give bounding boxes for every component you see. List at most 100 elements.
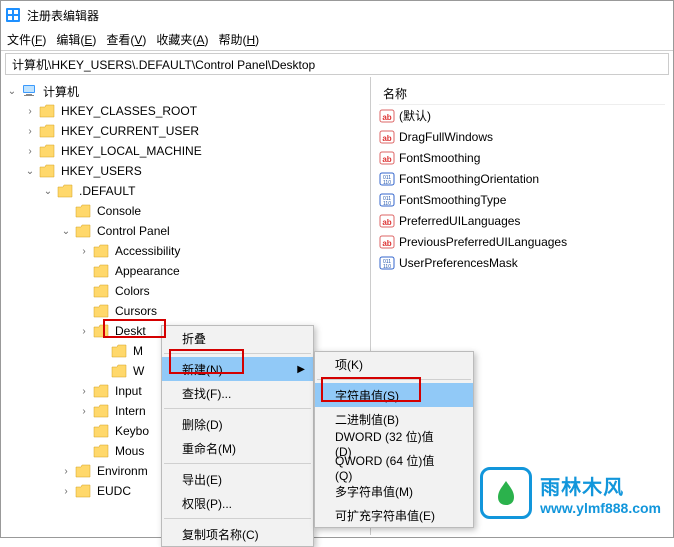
chevron-right-icon[interactable]: › [77,244,91,258]
chevron-right-icon[interactable]: › [23,104,37,118]
svg-text:110: 110 [383,180,391,186]
tree-item-label: Cursors [113,303,159,319]
svg-text:ab: ab [382,134,391,143]
binary-value-icon: 011110 [379,171,395,187]
string-value-icon: ab [379,150,395,166]
list-item-label: PreviousPreferredUILanguages [399,235,567,249]
ctx-new-qword[interactable]: QWORD (64 位)值(Q) [315,455,473,479]
folder-icon [93,244,109,258]
list-header-name[interactable]: 名称 [379,83,665,105]
chevron-right-icon[interactable]: › [23,124,37,138]
value-list[interactable]: ab(默认)abDragFullWindowsabFontSmoothing01… [379,105,665,273]
tree-item[interactable]: › HKEY_CURRENT_USER [1,121,370,141]
tree-item[interactable]: ⌄ 计算机 [1,81,370,101]
tree-item[interactable]: ⌄ Control Panel [1,221,370,241]
ctx-delete[interactable]: 删除(D) [162,412,313,436]
ctx-find[interactable]: 查找(F)... [162,381,313,405]
list-item-label: FontSmoothing [399,151,480,165]
folder-icon [93,404,109,418]
ctx-separator [317,379,471,380]
folder-icon [111,364,127,378]
chevron-right-icon[interactable]: › [59,464,73,478]
tree-item-label: 计算机 [41,82,81,101]
svg-text:110: 110 [383,201,391,207]
svg-text:ab: ab [382,218,391,227]
chevron-right-icon[interactable]: › [77,324,91,338]
string-value-icon: ab [379,213,395,229]
chevron-right-icon[interactable]: › [77,404,91,418]
watermark-text-cn: 雨林木风 [540,471,661,500]
chevron-right-icon: ▶ [297,364,305,375]
tree-item[interactable]: › HKEY_CLASSES_ROOT [1,101,370,121]
folder-icon [39,164,55,178]
menu-file[interactable]: 文件(F) [7,31,46,48]
list-item[interactable]: 011110 FontSmoothingType [379,189,665,210]
titlebar: 注册表编辑器 [1,1,673,29]
ctx-separator [164,408,311,409]
ctx-new-string[interactable]: 字符串值(S) [315,383,473,407]
ctx-new-multistring[interactable]: 多字符串值(M) [315,479,473,503]
chevron-down-icon[interactable]: ⌄ [5,84,19,98]
folder-icon [93,324,109,338]
context-submenu-new: 项(K) 字符串值(S) 二进制值(B) DWORD (32 位)值(D) QW… [314,351,474,528]
folder-icon [75,464,91,478]
tree-item[interactable]: ⌄ HKEY_USERS [1,161,370,181]
tree-item-label: Console [95,203,143,219]
menu-edit[interactable]: 编辑(E) [56,31,96,48]
tree-item[interactable]: Console [1,201,370,221]
list-item[interactable]: ab(默认) [379,105,665,126]
addressbar[interactable]: 计算机\HKEY_USERS\.DEFAULT\Control Panel\De… [5,53,669,75]
tree-item[interactable]: Colors [1,281,370,301]
folder-icon [93,264,109,278]
list-item[interactable]: abPreferredUILanguages [379,210,665,231]
list-item-label: FontSmoothingType [399,193,506,207]
tree-item[interactable]: ⌄.DEFAULT [1,181,370,201]
watermark-logo [480,467,532,519]
ctx-export[interactable]: 导出(E) [162,467,313,491]
chevron-down-icon[interactable]: ⌄ [59,224,73,238]
tree-item-label: HKEY_LOCAL_MACHINE [59,143,204,159]
folder-icon [75,204,91,218]
svg-text:ab: ab [382,113,391,122]
list-item-label: FontSmoothingOrientation [399,172,539,186]
list-item[interactable]: 011110 FontSmoothingOrientation [379,168,665,189]
tree-item[interactable]: Cursors [1,301,370,321]
ctx-rename[interactable]: 重命名(M) [162,436,313,460]
ctx-permissions[interactable]: 权限(P)... [162,491,313,515]
ctx-collapse[interactable]: 折叠 [162,326,313,350]
menu-view[interactable]: 查看(V) [106,31,146,48]
tree-item-label: Deskt [113,323,148,339]
chevron-right-icon[interactable]: › [23,144,37,158]
ctx-new[interactable]: 新建(N)▶ [162,357,313,381]
chevron-right-icon[interactable]: › [59,484,73,498]
ctx-new-key[interactable]: 项(K) [315,352,473,376]
ctx-copy-key-name[interactable]: 复制项名称(C) [162,522,313,546]
binary-value-icon: 011110 [379,192,395,208]
tree-item[interactable]: ›Accessibility [1,241,370,261]
tree-item-label: HKEY_CURRENT_USER [59,123,201,139]
list-item[interactable]: 011110UserPreferencesMask [379,252,665,273]
ctx-new-expandstring[interactable]: 可扩充字符串值(E) [315,503,473,527]
string-value-icon: ab [379,108,395,124]
tree-item-label: HKEY_USERS [59,163,144,179]
tree-item[interactable]: › HKEY_LOCAL_MACHINE [1,141,370,161]
chevron-down-icon[interactable]: ⌄ [41,184,55,198]
binary-value-icon: 011110 [379,255,395,271]
menu-favorites[interactable]: 收藏夹(A) [156,31,208,48]
chevron-down-icon[interactable]: ⌄ [23,164,37,178]
list-item[interactable]: abDragFullWindows [379,126,665,147]
tree-item-label: W [131,363,146,379]
folder-icon [93,384,109,398]
chevron-right-icon[interactable]: › [77,384,91,398]
tree-item-label: Control Panel [95,223,172,239]
ctx-separator [164,463,311,464]
folder-icon [93,444,109,458]
list-item[interactable]: abPreviousPreferredUILanguages [379,231,665,252]
tree-item-label: EUDC [95,483,133,499]
tree-item[interactable]: Appearance [1,261,370,281]
tree-item-label: HKEY_CLASSES_ROOT [59,103,199,119]
menubar: 文件(F) 编辑(E) 查看(V) 收藏夹(A) 帮助(H) [1,29,673,51]
list-item[interactable]: ab FontSmoothing [379,147,665,168]
menu-help[interactable]: 帮助(H) [218,31,259,48]
addressbar-path: 计算机\HKEY_USERS\.DEFAULT\Control Panel\De… [12,56,315,73]
